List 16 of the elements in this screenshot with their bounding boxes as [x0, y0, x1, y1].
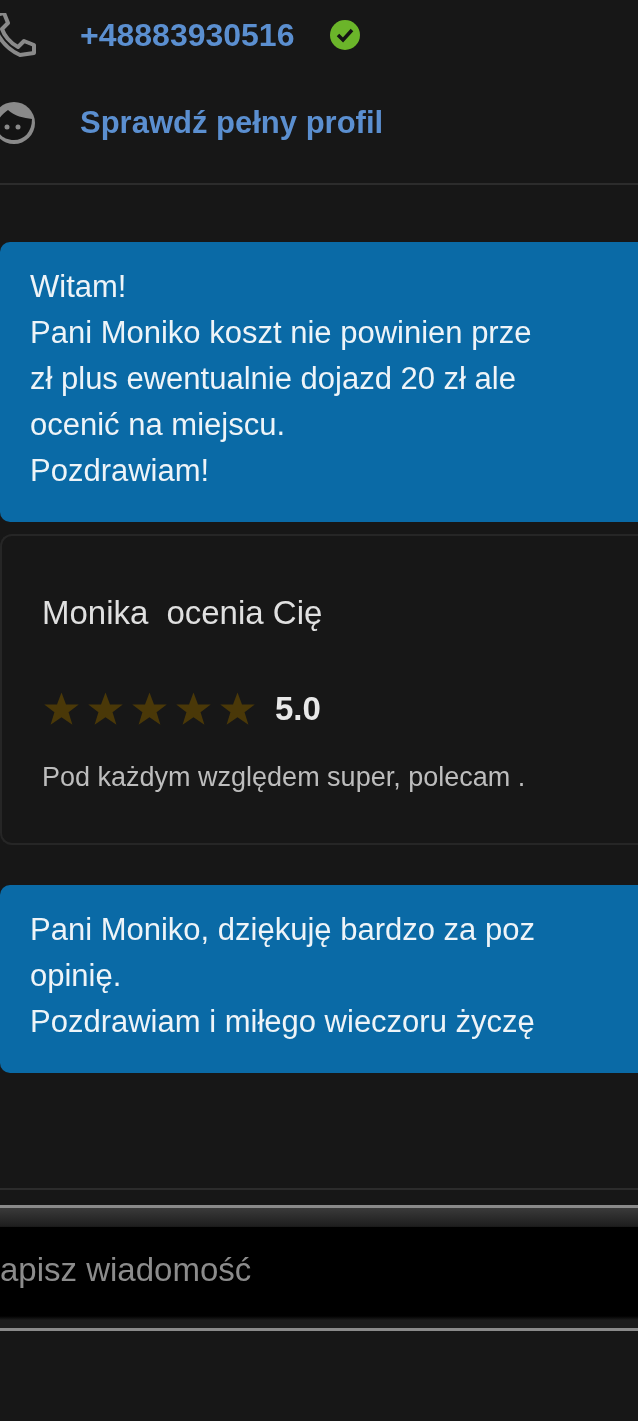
- phone-number[interactable]: +48883930516: [80, 16, 295, 54]
- message-text: Pani Moniko koszt nie powinien prze: [30, 314, 533, 352]
- message-text: ocenić na miejscu.: [30, 406, 286, 444]
- phone-icon: [0, 13, 38, 57]
- message-text: Pozdrawiam i miłego wieczoru życzę: [30, 1003, 536, 1041]
- message-text: zł plus ewentualnie dojazd 20 zł ale: [30, 360, 517, 398]
- message-text: opinię.: [30, 957, 123, 995]
- rating-value: 5.0: [275, 690, 321, 728]
- review-title: ocenia Cię: [166, 594, 323, 632]
- reviewer-name: Monika: [42, 594, 149, 632]
- message-text: Pozdrawiam!: [30, 452, 211, 490]
- full-profile-link[interactable]: Sprawdź pełny profil: [80, 105, 384, 141]
- message-composer[interactable]: apisz wiadomość: [0, 1205, 638, 1331]
- message-text: Pani Moniko, dziękuję bardzo za poz: [30, 911, 536, 949]
- message-text: Witam!: [30, 268, 128, 306]
- review-comment: Pod każdym względem super, polecam .: [42, 762, 527, 793]
